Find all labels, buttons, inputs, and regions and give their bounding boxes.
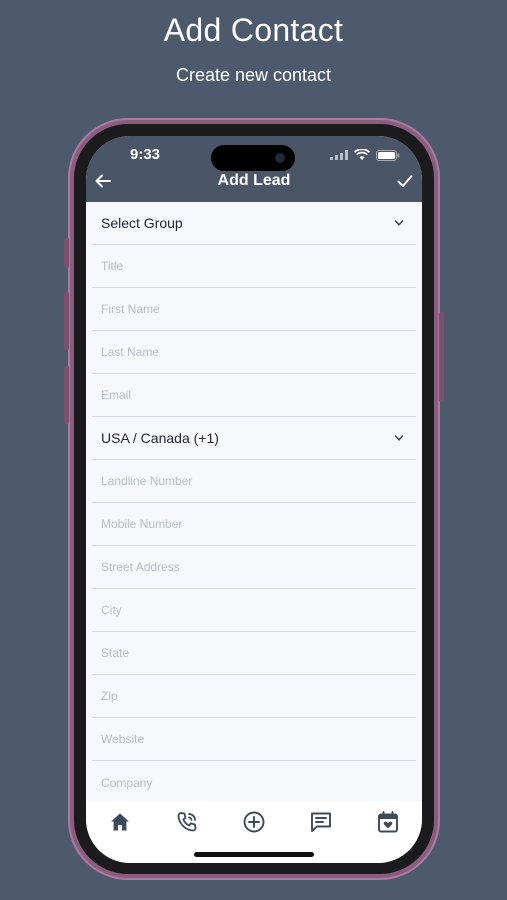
bottom-tab-bar — [86, 801, 422, 863]
check-icon[interactable] — [396, 172, 414, 190]
power-button — [439, 312, 444, 402]
country-code-value: USA / Canada (+1) — [101, 430, 219, 446]
street-address-field[interactable]: Street Address — [92, 546, 416, 589]
phone-call-icon — [177, 812, 197, 832]
chevron-down-icon — [394, 220, 404, 226]
city-placeholder: City — [101, 603, 122, 617]
zip-placeholder: Zip — [101, 689, 118, 703]
group-select-value: Select Group — [101, 215, 183, 231]
cellular-signal-icon — [330, 150, 348, 160]
tab-add[interactable] — [241, 809, 267, 835]
app-bar: 9:33 Add Lead — [86, 136, 422, 202]
volume-down-button — [64, 366, 69, 424]
message-icon — [311, 812, 332, 832]
add-circle-icon — [243, 811, 265, 833]
email-field[interactable]: Email — [92, 374, 416, 417]
title-field[interactable]: Title — [92, 245, 416, 288]
promo-subhead: Create new contact — [175, 65, 332, 85]
first-name-field[interactable]: First Name — [92, 288, 416, 331]
page-title: Add Lead — [217, 172, 291, 189]
last-name-placeholder: Last Name — [101, 345, 160, 359]
volume-up-button — [64, 292, 69, 350]
tab-calls[interactable] — [174, 809, 200, 835]
promo-headline: Add Contact — [163, 12, 344, 48]
street-address-placeholder: Street Address — [101, 560, 180, 574]
zip-field[interactable]: Zip — [92, 675, 416, 718]
website-placeholder: Website — [101, 732, 145, 746]
status-icons — [330, 148, 400, 162]
battery-icon — [376, 149, 400, 161]
country-code-select[interactable]: USA / Canada (+1) — [92, 417, 416, 460]
company-field[interactable]: Company — [92, 761, 416, 804]
last-name-field[interactable]: Last Name — [92, 331, 416, 374]
home-indicator — [194, 852, 314, 857]
title-placeholder: Title — [101, 259, 124, 273]
tab-home[interactable] — [107, 809, 133, 835]
first-name-placeholder: First Name — [101, 302, 160, 316]
home-icon — [110, 813, 129, 831]
add-lead-form: Select Group Title First Name Last Name … — [92, 202, 416, 804]
calendar-heart-icon — [378, 811, 399, 833]
wifi-icon — [354, 149, 370, 160]
dynamic-island — [211, 145, 295, 171]
company-placeholder: Company — [101, 775, 153, 790]
city-field[interactable]: City — [92, 589, 416, 632]
mobile-field[interactable]: Mobile Number — [92, 503, 416, 546]
status-time: 9:33 — [130, 146, 161, 163]
website-field[interactable]: Website — [92, 718, 416, 761]
group-select[interactable]: Select Group — [92, 202, 416, 245]
landline-placeholder: Landline Number — [101, 474, 193, 488]
landline-field[interactable]: Landline Number — [92, 460, 416, 503]
mobile-placeholder: Mobile Number — [101, 517, 183, 531]
state-placeholder: State — [101, 646, 130, 660]
email-placeholder: Email — [101, 388, 132, 402]
chevron-down-icon — [394, 435, 404, 441]
state-field[interactable]: State — [92, 632, 416, 675]
mute-switch — [64, 238, 69, 268]
tab-calendar[interactable] — [375, 809, 401, 835]
phone-screen: 9:33 Add Lead Select Group Title First N… — [86, 136, 422, 863]
tab-messages[interactable] — [308, 809, 334, 835]
camera-icon — [275, 153, 285, 163]
